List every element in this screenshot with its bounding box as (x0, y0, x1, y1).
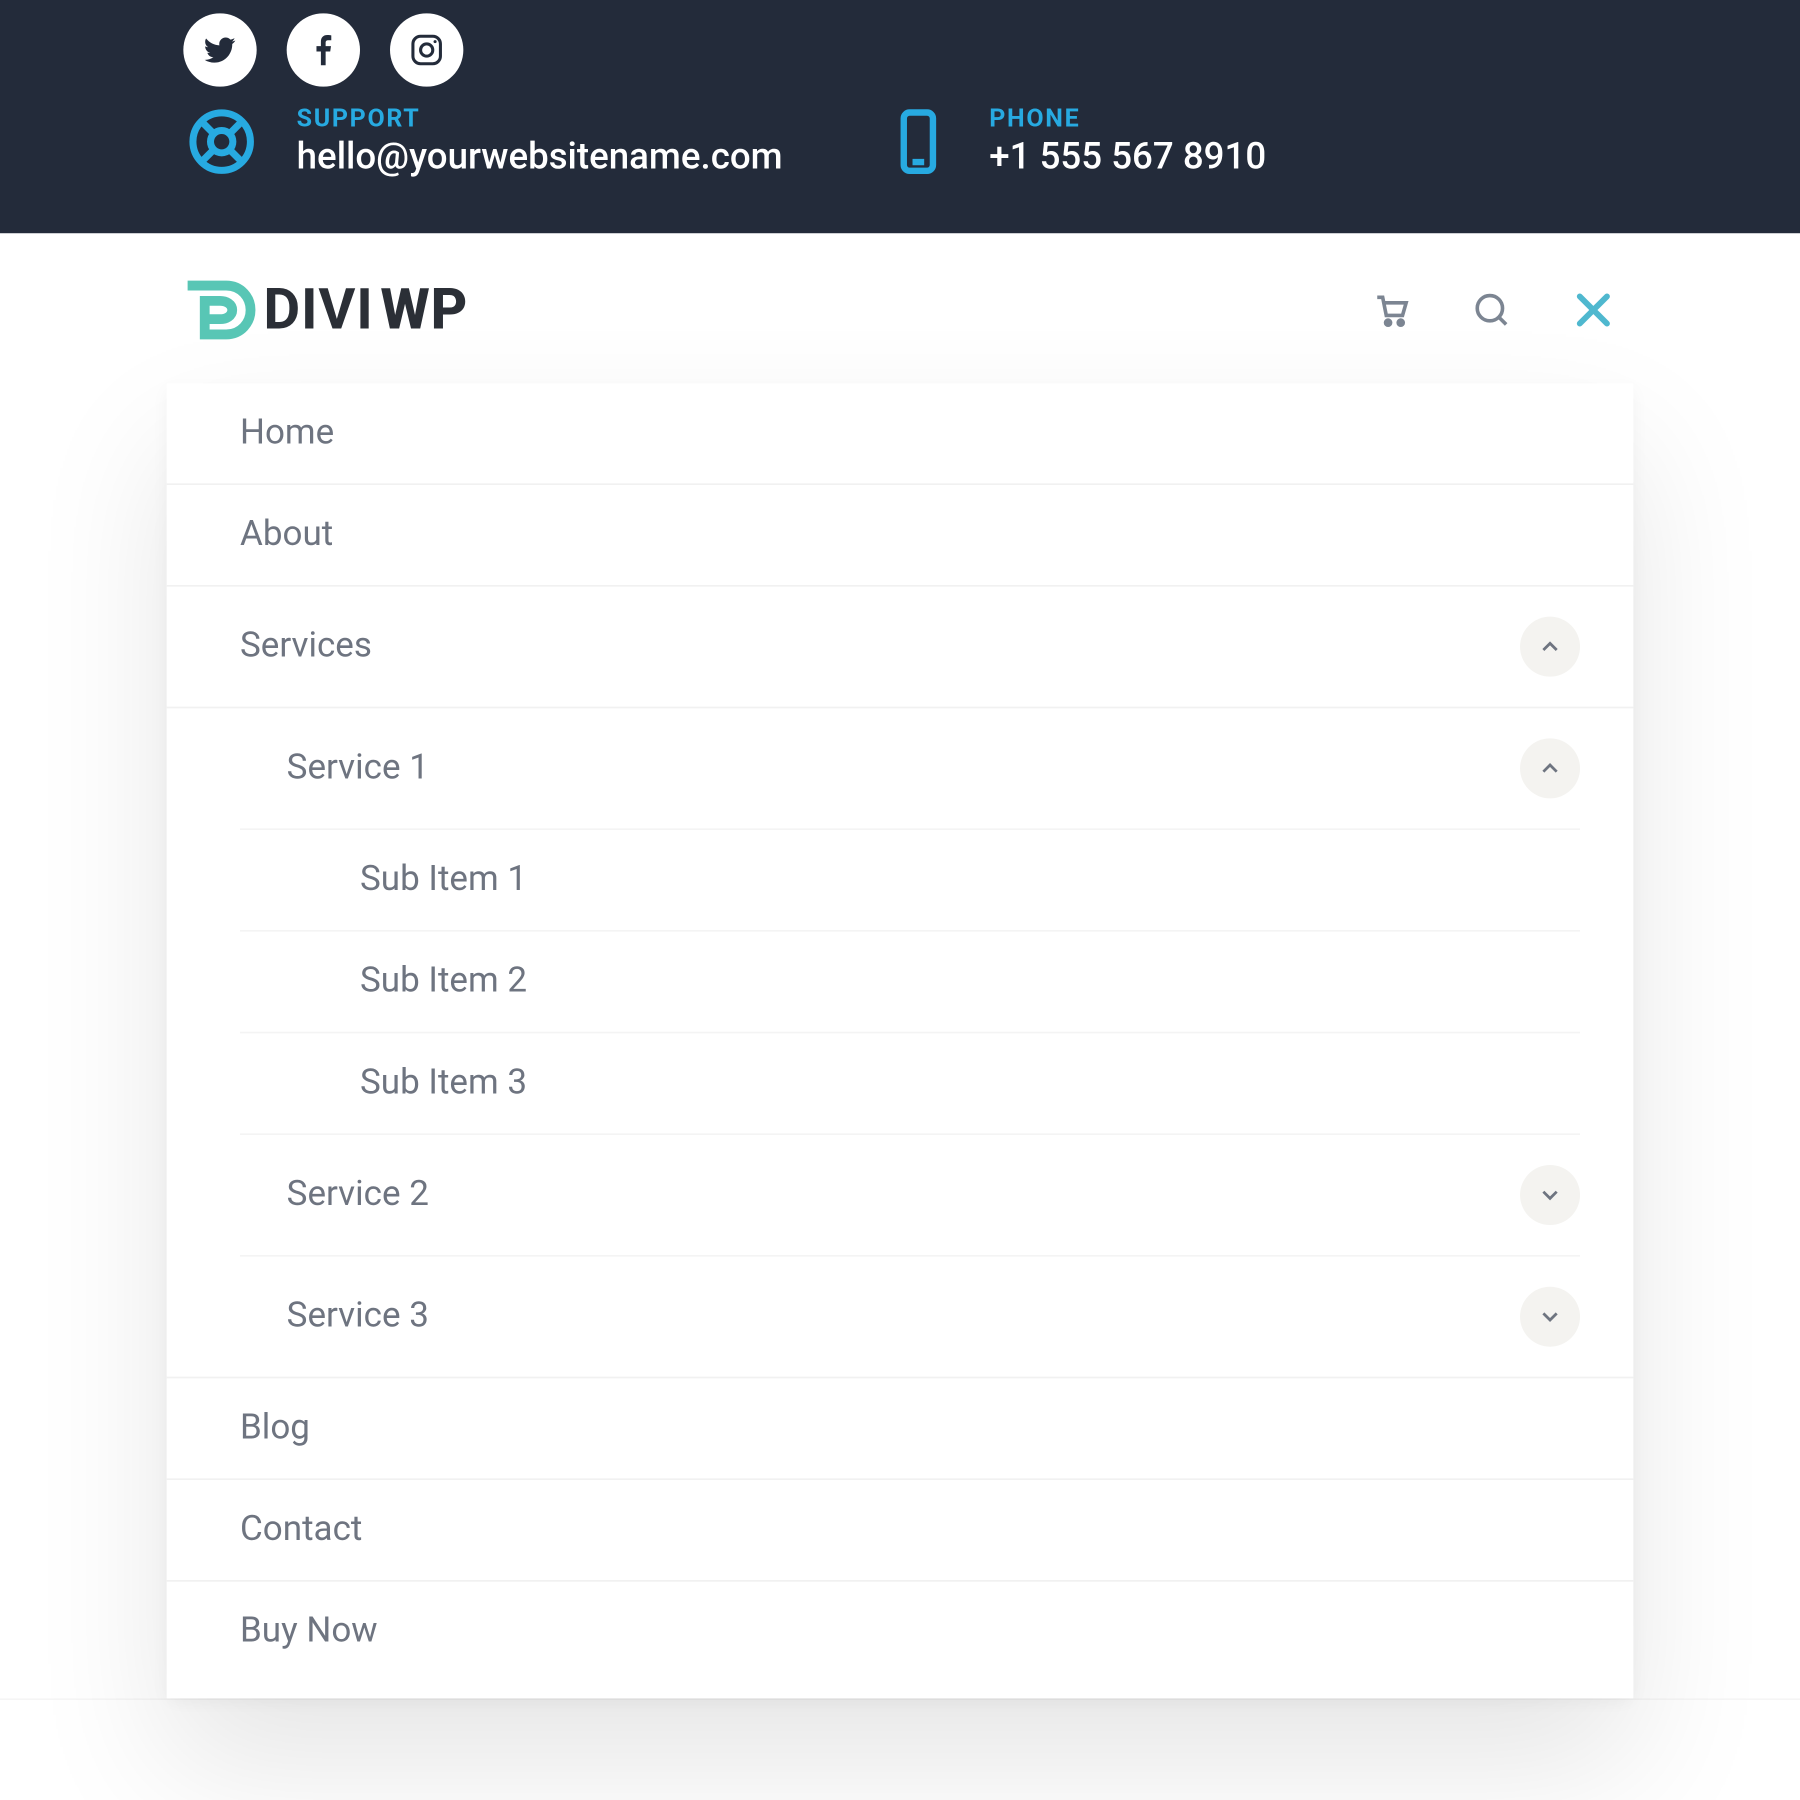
support-block: SUPPORT hello@yourwebsitename.com (183, 103, 782, 186)
menu-item-service-1[interactable]: Service 1 (240, 708, 1580, 830)
header-actions (1370, 287, 1617, 334)
chevron-down-icon[interactable] (1520, 1287, 1580, 1347)
chevron-up-icon[interactable] (1520, 617, 1580, 677)
menu-item-sub-item-1[interactable]: Sub Item 1 (240, 830, 1580, 932)
mobile-menu: Home About Services Service 1 (167, 383, 1634, 1698)
header: DIVIWP Home About (0, 233, 1800, 1698)
menu-label: Sub Item 1 (360, 860, 527, 900)
menu-label: About (240, 515, 333, 555)
menu-label: Service 1 (287, 748, 429, 788)
topbar: SUPPORT hello@yourwebsitename.com PHONE … (0, 0, 1800, 233)
menu-label: Blog (240, 1408, 310, 1448)
menu-item-sub-item-3[interactable]: Sub Item 3 (240, 1033, 1580, 1135)
menu-item-services[interactable]: Services (167, 587, 1634, 709)
close-icon[interactable] (1570, 287, 1617, 334)
menu-item-service-2[interactable]: Service 2 (240, 1135, 1580, 1257)
menu-label: Contact (240, 1510, 362, 1550)
menu-label: Service 2 (287, 1175, 429, 1215)
search-icon[interactable] (1470, 288, 1513, 331)
menu-label: Services (240, 627, 372, 667)
chevron-down-icon[interactable] (1520, 1165, 1580, 1225)
phone-label: PHONE (989, 103, 1266, 133)
menu-item-blog[interactable]: Blog (167, 1377, 1634, 1480)
menu-item-buy-now[interactable]: Buy Now (167, 1582, 1634, 1682)
phone-number[interactable]: +1 555 567 8910 (989, 137, 1266, 179)
logo-mark-icon (183, 273, 256, 346)
cart-icon[interactable] (1370, 288, 1413, 331)
logo-text-divi: DIVI (263, 277, 373, 344)
menu-label: Home (240, 413, 334, 453)
menu-item-service-3[interactable]: Service 3 (240, 1257, 1580, 1377)
facebook-icon[interactable] (287, 13, 360, 86)
social-links (183, 10, 1633, 103)
menu-label: Buy Now (240, 1612, 378, 1652)
logo-text-wp: WP (380, 277, 468, 344)
phone-icon (883, 103, 953, 186)
support-email[interactable]: hello@yourwebsitename.com (297, 137, 783, 179)
menu-label: Service 3 (287, 1297, 429, 1337)
chevron-up-icon[interactable] (1520, 738, 1580, 798)
menu-label: Sub Item 3 (360, 1063, 527, 1103)
services-children: Service 1 Sub Item 1 Sub Item 2 Sub Item… (240, 708, 1580, 1376)
logo[interactable]: DIVIWP (183, 273, 468, 346)
instagram-icon[interactable] (390, 13, 463, 86)
support-label: SUPPORT (297, 103, 783, 133)
menu-item-home[interactable]: Home (167, 383, 1634, 485)
lifebuoy-icon (183, 103, 260, 186)
menu-label: Sub Item 2 (360, 962, 527, 1002)
menu-item-sub-item-2[interactable]: Sub Item 2 (240, 932, 1580, 1034)
menu-item-contact[interactable]: Contact (167, 1480, 1634, 1582)
twitter-icon[interactable] (183, 13, 256, 86)
menu-item-about[interactable]: About (167, 485, 1634, 587)
phone-block: PHONE +1 555 567 8910 (883, 103, 1267, 186)
